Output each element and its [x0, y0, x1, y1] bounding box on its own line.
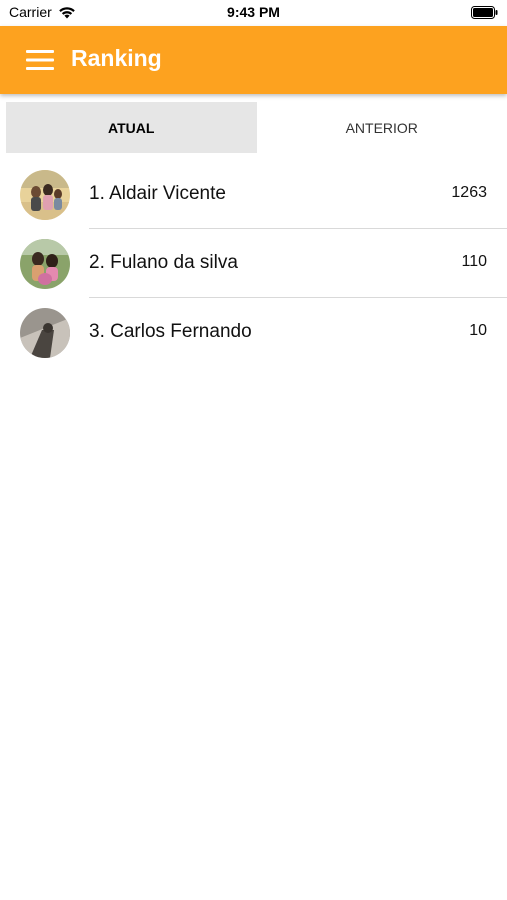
tab-atual[interactable]: ATUAL [6, 102, 257, 153]
ranking-name: 2. Fulano da silva [89, 252, 238, 273]
app-bar: Ranking [0, 26, 507, 94]
page-title: Ranking [71, 45, 162, 71]
ranking-row[interactable]: 1. Aldair Vicente 1263 [0, 160, 507, 229]
status-time: 9:43 PM [227, 4, 280, 20]
ranking-name: 3. Carlos Fernando [89, 321, 252, 342]
user-photo-avatar [20, 170, 70, 220]
hamburger-menu-icon [26, 50, 54, 70]
menu-button[interactable] [26, 50, 54, 70]
ranking-row[interactable]: 3. Carlos Fernando 10 [0, 298, 507, 367]
ranking-list: 1. Aldair Vicente 1263 2. Fulano da silv… [0, 160, 507, 367]
ranking-score: 1263 [451, 184, 487, 201]
ranking-score: 110 [461, 253, 487, 270]
user-photo-avatar [20, 239, 70, 289]
ranking-score: 10 [469, 322, 487, 339]
ranking-row[interactable]: 2. Fulano da silva 110 [0, 229, 507, 298]
user-photo-avatar [20, 308, 70, 358]
ranking-name: 1. Aldair Vicente [89, 183, 226, 204]
tab-anterior[interactable]: ANTERIOR [257, 102, 507, 153]
tab-bar: ATUAL ANTERIOR [6, 102, 507, 153]
status-bar: Carrier 9:43 PM [0, 0, 507, 26]
ranking-screen: Carrier 9:43 PM Ranking ATUAL ANTERIOR 1… [0, 0, 507, 900]
battery-icon [471, 6, 498, 19]
